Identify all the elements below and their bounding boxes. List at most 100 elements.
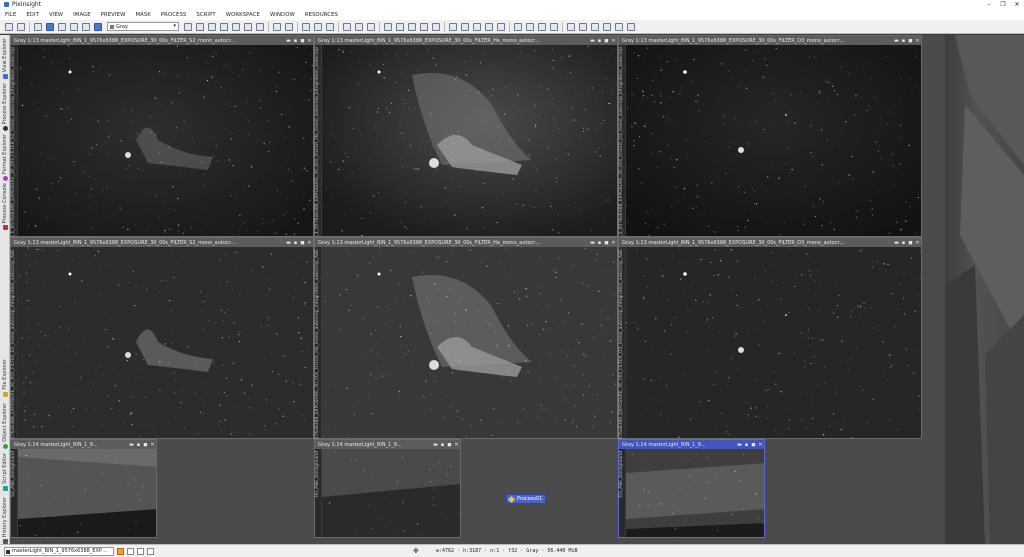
ha-background-image[interactable] — [322, 449, 460, 537]
format-icon[interactable] — [550, 22, 558, 31]
view-id-tab[interactable]: S2_ABE_background — [11, 449, 18, 537]
view-id-tab[interactable]: masterLight_BIN_1_9576x6388_EXPOSURE_30_… — [315, 247, 322, 487]
maximize-button[interactable]: ◼ — [446, 442, 453, 448]
window-titlebar[interactable]: Gray 1:14 masterLight_BIN_1_9… ▬ ▪ ◼ ✕ — [315, 440, 460, 449]
tab-process-console[interactable]: Process Console — [0, 183, 10, 231]
workspace-4-icon[interactable] — [603, 22, 611, 31]
workspace-6-icon[interactable] — [627, 22, 635, 31]
readout-color-icon[interactable] — [117, 547, 124, 555]
close-button[interactable]: ✕ — [453, 442, 460, 448]
s2-background-image[interactable] — [18, 449, 156, 537]
view-id-tab[interactable]: masterLight_BIN_1_9576x6388_EXPOSURE_30_… — [619, 247, 626, 487]
image-window-ha-abe[interactable]: Gray 1:13 masterLight_BIN_1_9576x6388_EX… — [314, 237, 618, 487]
menu-script[interactable]: SCRIPT — [191, 12, 220, 18]
view-id-tab[interactable]: masterLight_BIN_1_9576x6388_EXPOSURE_30_… — [619, 45, 626, 274]
minimize-button[interactable]: ▪ — [292, 240, 299, 246]
workspace-1-icon[interactable] — [567, 22, 575, 31]
tab-format-explorer[interactable]: Format Explorer — [0, 134, 10, 182]
close-button[interactable]: ✕ — [914, 240, 921, 246]
close-button[interactable]: ✕ — [306, 38, 313, 44]
workspace-2-icon[interactable] — [579, 22, 587, 31]
crosshair-icon[interactable] — [184, 22, 192, 31]
maximize-button[interactable]: ◼ — [142, 442, 149, 448]
menu-file[interactable]: FILE — [0, 12, 21, 18]
shade-button[interactable]: ▬ — [432, 442, 439, 448]
mask-show-icon[interactable] — [355, 22, 363, 31]
preview-restore-icon[interactable] — [485, 22, 493, 31]
window-titlebar[interactable]: Gray 1:14 masterLight_BIN_1_9… ▬ ▪ ◼ ✕ — [11, 440, 156, 449]
stf-boost-icon[interactable] — [432, 22, 440, 31]
ha-abe-image[interactable] — [322, 247, 617, 438]
new-image-icon[interactable] — [70, 22, 78, 31]
minimize-button[interactable]: ▪ — [596, 38, 603, 44]
tab-script-editor[interactable]: Script Editor — [0, 453, 10, 491]
background-window-o3[interactable]: Gray 1:14 masterLight_BIN_1_9… ▬ ▪ ◼ ✕ O3_AB… — [618, 439, 765, 538]
close-button[interactable]: ✕ — [610, 38, 617, 44]
shade-button[interactable]: ▬ — [589, 240, 596, 246]
zoom-out-icon[interactable] — [285, 22, 293, 31]
preview-store-icon[interactable] — [473, 22, 481, 31]
s2-abe-image[interactable] — [18, 247, 313, 438]
channel-icon[interactable] — [94, 22, 102, 31]
move-icon[interactable] — [196, 22, 204, 31]
view-id-tab[interactable]: masterLight_BIN_1_9576x6388_EXPOSURE_30_… — [11, 45, 18, 273]
mask-icon[interactable] — [343, 22, 351, 31]
zoom-1-1-icon[interactable] — [302, 22, 310, 31]
workspace-3-icon[interactable] — [591, 22, 599, 31]
process-icon[interactable]: Process01 — [506, 494, 546, 504]
close-button[interactable]: ✕ — [306, 240, 313, 246]
minimize-button[interactable]: ▪ — [135, 442, 142, 448]
tab-view-explorer[interactable]: View Explorer — [0, 38, 10, 80]
readout-settings-icon[interactable] — [147, 547, 154, 555]
workspace-5-icon[interactable] — [615, 22, 623, 31]
menu-preview[interactable]: PREVIEW — [96, 12, 131, 18]
minimize-button[interactable]: ▪ — [743, 442, 750, 448]
tab-file-explorer[interactable]: File Explorer — [0, 359, 10, 397]
image-window-s2[interactable]: Gray 1:13 masterLight_BIN_1_9576x6388_EX… — [10, 35, 314, 273]
close-button[interactable]: ✕ — [1010, 1, 1024, 8]
window-titlebar[interactable]: Gray 1:13 masterLight_BIN_1_9576x6388_EX… — [11, 36, 313, 45]
image-window-o3-abe[interactable]: Gray 1:13 masterLight_BIN_1_9576x6388_EX… — [618, 237, 922, 487]
view-id-tab[interactable]: O3_ABE_background — [619, 449, 626, 537]
minimize-button[interactable]: ▪ — [900, 38, 907, 44]
menu-workspace[interactable]: WORKSPACE — [221, 12, 265, 18]
print-icon[interactable] — [58, 22, 66, 31]
close-button[interactable]: ✕ — [149, 442, 156, 448]
image-window-o3[interactable]: Gray 1:13 masterLight_BIN_1_9576x6388_EX… — [618, 35, 922, 274]
o3-image[interactable] — [626, 45, 921, 236]
o3-abe-image[interactable] — [626, 247, 921, 438]
maximize-button[interactable]: ◼ — [603, 38, 610, 44]
close-image-icon[interactable] — [82, 22, 90, 31]
zoom-window-icon[interactable] — [326, 22, 334, 31]
maximize-button[interactable]: ◼ — [299, 240, 306, 246]
maximize-button[interactable]: ◼ — [907, 240, 914, 246]
preview-swap-icon[interactable] — [497, 22, 505, 31]
window-titlebar[interactable]: Gray 1:13 masterLight_BIN_1_9576x6388_EX… — [315, 238, 617, 247]
menu-process[interactable]: PROCESS — [156, 12, 192, 18]
background-window-s2[interactable]: Gray 1:14 masterLight_BIN_1_9… ▬ ▪ ◼ ✕ S2_AB… — [10, 439, 157, 538]
redo-icon[interactable] — [17, 22, 25, 31]
view-selector[interactable]: masterLight_BIN_1_9576x6388_EXP… — [4, 546, 114, 556]
shade-button[interactable]: ▬ — [285, 240, 292, 246]
mask-invert-icon[interactable] — [367, 22, 375, 31]
minimize-button[interactable]: ▪ — [439, 442, 446, 448]
undo-icon[interactable] — [5, 22, 13, 31]
minimize-button[interactable]: ▪ — [596, 240, 603, 246]
menu-view[interactable]: VIEW — [44, 12, 68, 18]
menu-image[interactable]: IMAGE — [68, 12, 96, 18]
view-id-tab[interactable]: Ha_ABE_background — [315, 449, 322, 537]
readout-mode-icon[interactable] — [127, 547, 134, 555]
shade-button[interactable]: ▬ — [128, 442, 135, 448]
window-titlebar[interactable]: Gray 1:13 masterLight_BIN_1_9576x6388_EX… — [11, 238, 313, 247]
maximize-button[interactable]: ◼ — [750, 442, 757, 448]
close-button[interactable]: ✕ — [914, 38, 921, 44]
shade-button[interactable]: ▬ — [589, 38, 596, 44]
history-icon[interactable] — [538, 22, 546, 31]
view-id-tab[interactable]: masterLight_BIN_1_9576x6388_EXPOSURE_30_… — [11, 247, 18, 486]
stf-icon[interactable] — [384, 22, 392, 31]
shade-button[interactable]: ▬ — [893, 240, 900, 246]
shade-button[interactable]: ▬ — [285, 38, 292, 44]
preview-new-icon[interactable] — [449, 22, 457, 31]
minimize-button[interactable]: – — [982, 1, 996, 8]
save-icon[interactable] — [46, 22, 54, 31]
